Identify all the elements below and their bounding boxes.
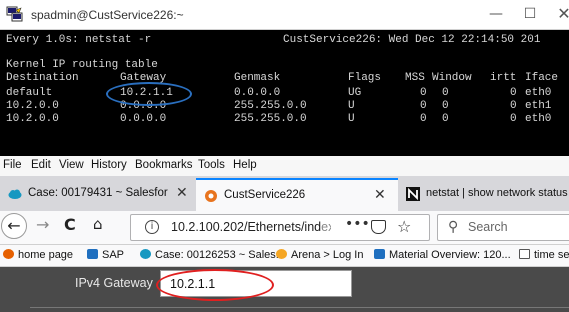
menu-history[interactable]: History bbox=[91, 159, 127, 171]
route-iface: eth1 bbox=[525, 100, 552, 112]
tab-close-icon[interactable]: ✕ bbox=[374, 187, 386, 203]
search-placeholder: Search bbox=[468, 220, 508, 234]
route-genmask: 255.255.0.0 bbox=[234, 100, 307, 112]
search-icon: ⚲ bbox=[448, 219, 459, 235]
firefox-icon bbox=[3, 249, 14, 259]
route-iface: eth0 bbox=[525, 87, 552, 99]
route-destination: 10.2.0.0 bbox=[6, 113, 59, 125]
tab-salesforce-case[interactable]: Case: 00179431 ~ Salesforce - E ✕ bbox=[0, 178, 196, 211]
menu-bookmarks[interactable]: Bookmarks bbox=[135, 159, 193, 171]
route-window: 0 bbox=[442, 100, 449, 112]
route-mss: 0 bbox=[420, 87, 427, 99]
url-bar[interactable]: i 10.2.100.202/Ethernets/index ••• ☆ bbox=[130, 214, 430, 241]
route-destination: default bbox=[6, 87, 53, 99]
bookmarks-toolbar: home page SAP Case: 00126253 ~ Sales... … bbox=[0, 245, 569, 267]
route-window: 0 bbox=[442, 113, 449, 125]
bookmark-case[interactable]: Case: 00126253 ~ Sales... bbox=[140, 249, 285, 261]
route-destination: 10.2.0.0 bbox=[6, 100, 59, 112]
routing-table-title: Kernel IP routing table bbox=[6, 59, 158, 71]
gateway-highlight-annotation bbox=[106, 82, 192, 106]
route-irtt: 0 bbox=[510, 87, 517, 99]
menu-file[interactable]: File bbox=[3, 159, 22, 171]
watch-header-command: Every 1.0s: netstat -r bbox=[6, 34, 152, 46]
forward-button[interactable]: → bbox=[36, 215, 49, 234]
browser-window: File Edit View History Bookmarks Tools H… bbox=[0, 156, 569, 312]
search-input[interactable]: ⚲ Search bbox=[437, 214, 569, 241]
menu-bar: File Edit View History Bookmarks Tools H… bbox=[0, 156, 569, 176]
tab-close-icon[interactable]: ✕ bbox=[176, 185, 188, 201]
route-genmask: 0.0.0.0 bbox=[234, 87, 281, 99]
route-gateway: 0.0.0.0 bbox=[120, 113, 167, 125]
column-header-iface: Iface bbox=[525, 72, 559, 84]
putty-icon bbox=[6, 6, 23, 22]
plug-icon bbox=[87, 249, 98, 259]
page-actions-icon[interactable]: ••• bbox=[345, 216, 370, 232]
column-header-mss: MSS bbox=[405, 72, 425, 84]
bookmark-sap[interactable]: SAP bbox=[87, 249, 124, 261]
reload-button[interactable]: C bbox=[64, 215, 76, 234]
bookmark-star-icon[interactable]: ☆ bbox=[397, 217, 411, 236]
pocket-icon[interactable] bbox=[371, 220, 386, 234]
tab-custservice226[interactable]: CustService226 ✕ bbox=[196, 178, 398, 211]
watch-header-host-time: CustService226: Wed Dec 12 22:14:50 201 bbox=[283, 34, 541, 46]
column-header-window: Window bbox=[432, 72, 472, 84]
ipv4-gateway-label: IPv4 Gateway bbox=[75, 276, 153, 290]
route-window: 0 bbox=[442, 87, 449, 99]
divider bbox=[30, 307, 569, 308]
tab-netstat-docs[interactable]: netstat | show network status bbox=[398, 178, 569, 211]
page-content: IPv4 Gateway 10.2.1.1 bbox=[0, 267, 569, 312]
site-info-icon[interactable]: i bbox=[145, 220, 159, 234]
route-flags: U bbox=[348, 100, 355, 112]
route-irtt: 0 bbox=[510, 100, 517, 112]
menu-view[interactable]: View bbox=[59, 159, 84, 171]
column-header-irtt: irtt bbox=[490, 72, 517, 84]
route-mss: 0 bbox=[420, 113, 427, 125]
terminal-titlebar[interactable]: spadmin@CustService226:~ — ☐ ✕ bbox=[0, 0, 569, 30]
route-irtt: 0 bbox=[510, 113, 517, 125]
salesforce-cloud-icon bbox=[8, 189, 22, 199]
url-text[interactable]: 10.2.100.202/Ethernets/index bbox=[171, 220, 331, 234]
salesforce-cloud-icon bbox=[140, 249, 151, 259]
menu-edit[interactable]: Edit bbox=[31, 159, 51, 171]
minimize-button[interactable]: — bbox=[478, 2, 514, 26]
tab-label: Case: 00179431 ~ Salesforce - E bbox=[28, 187, 168, 199]
route-flags: UG bbox=[348, 87, 362, 99]
menu-tools[interactable]: Tools bbox=[198, 159, 225, 171]
arena-icon bbox=[276, 249, 287, 259]
terminal-title: spadmin@CustService226:~ bbox=[31, 8, 184, 22]
route-iface: eth0 bbox=[525, 113, 552, 125]
terminal-output[interactable]: Every 1.0s: netstat -r CustService226: W… bbox=[0, 30, 569, 156]
tab-strip: Case: 00179431 ~ Salesforce - E ✕ CustSe… bbox=[0, 176, 569, 211]
back-button[interactable]: ← bbox=[1, 213, 27, 239]
site-favicon-icon bbox=[205, 190, 217, 202]
route-mss: 0 bbox=[420, 100, 427, 112]
plug-icon bbox=[374, 249, 385, 259]
column-header-flags: Flags bbox=[348, 72, 382, 84]
bookmark-material-overview[interactable]: Material Overview: 120... bbox=[374, 249, 511, 261]
tab-label: CustService226 bbox=[224, 189, 306, 201]
tab-label: netstat | show network status bbox=[426, 187, 568, 199]
home-button[interactable]: ⌂ bbox=[93, 215, 103, 233]
column-header-genmask: Genmask bbox=[234, 72, 281, 84]
maximize-button[interactable]: ☐ bbox=[512, 2, 548, 26]
bookmark-home-page[interactable]: home page bbox=[3, 249, 73, 261]
route-genmask: 255.255.0.0 bbox=[234, 113, 307, 125]
bookmark-folder-time[interactable]: time se bbox=[519, 249, 569, 261]
route-flags: U bbox=[348, 113, 355, 125]
navigation-toolbar: ← → C ⌂ i 10.2.100.202/Ethernets/index •… bbox=[0, 211, 569, 245]
n-logo-icon bbox=[406, 187, 420, 201]
column-header-destination: Destination bbox=[6, 72, 79, 84]
folder-icon bbox=[519, 249, 530, 259]
bookmark-arena[interactable]: Arena > Log In bbox=[276, 249, 363, 261]
menu-help[interactable]: Help bbox=[233, 159, 257, 171]
close-button[interactable]: ✕ bbox=[546, 2, 569, 26]
ipv4-gateway-highlight-annotation bbox=[156, 269, 274, 301]
